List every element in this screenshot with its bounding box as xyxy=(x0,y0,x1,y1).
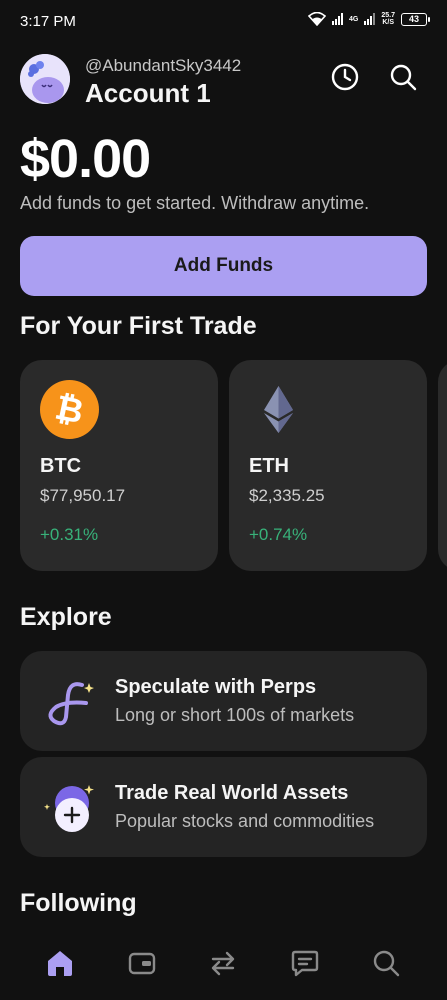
status-time: 3:17 PM xyxy=(20,13,76,30)
first-trade-title: For Your First Trade xyxy=(20,312,257,340)
trade-card-partial[interactable] xyxy=(438,360,447,571)
card-symbol: ETH xyxy=(249,455,289,477)
card-price: $2,335.25 xyxy=(249,486,325,505)
status-bar: 3:17 PM 4G 25.7 K/S 43 xyxy=(0,0,447,44)
balance-amount: $0.00 xyxy=(20,129,151,189)
signal-icon xyxy=(332,13,344,25)
card-change: +0.31% xyxy=(40,525,99,544)
trade-card-eth[interactable]: ETH $2,335.25 +0.74% xyxy=(229,360,427,571)
status-icons: 4G 25.7 K/S 43 xyxy=(308,12,430,26)
explore-item-rwa[interactable]: Trade Real World Assets Popular stocks a… xyxy=(20,757,427,857)
explore-title: Explore xyxy=(20,603,112,631)
username: @AbundantSky3442 xyxy=(85,56,242,75)
explore-item-subtitle: Popular stocks and commodities xyxy=(115,811,375,831)
network-label: 4G xyxy=(349,15,359,23)
perps-icon xyxy=(48,682,94,726)
rwa-icon xyxy=(44,785,94,832)
add-funds-button[interactable]: Add Funds xyxy=(20,236,427,296)
bitcoin-icon: ₿ xyxy=(40,380,99,439)
app-screen: 3:17 PM 4G 25.7 K/S 43 @AbundantSky3442 … xyxy=(0,0,447,1000)
explore-item-title: Trade Real World Assets xyxy=(115,782,349,804)
card-price: $77,950.17 xyxy=(40,486,126,505)
history-icon[interactable] xyxy=(330,62,360,92)
wallet-icon[interactable] xyxy=(127,948,157,978)
bottom-nav xyxy=(0,934,447,1000)
search-icon[interactable] xyxy=(388,62,418,92)
card-symbol: BTC xyxy=(40,455,82,477)
network-speed: 25.7 K/S xyxy=(381,12,395,26)
explore-item-title: Speculate with Perps xyxy=(115,676,317,698)
explore-item-subtitle: Long or short 100s of markets xyxy=(115,705,355,725)
account-name[interactable]: Account 1 xyxy=(85,78,211,109)
swap-icon[interactable] xyxy=(208,948,238,978)
wifi-icon xyxy=(308,12,327,26)
ethereum-icon xyxy=(264,386,293,433)
avatar[interactable] xyxy=(20,54,70,104)
explore-item-perps[interactable]: Speculate with Perps Long or short 100s … xyxy=(20,651,427,751)
balance-subtitle: Add funds to get started. Withdraw anyti… xyxy=(20,193,370,213)
chat-icon[interactable] xyxy=(290,948,320,978)
card-change: +0.74% xyxy=(249,525,308,544)
battery-icon: 43 xyxy=(401,12,430,26)
search-icon[interactable] xyxy=(371,948,401,978)
following-title: Following xyxy=(20,889,137,917)
signal-icon-2 xyxy=(364,13,376,25)
home-icon[interactable] xyxy=(45,948,75,978)
trade-card-btc[interactable]: ₿ BTC $77,950.17 +0.31% xyxy=(20,360,218,571)
